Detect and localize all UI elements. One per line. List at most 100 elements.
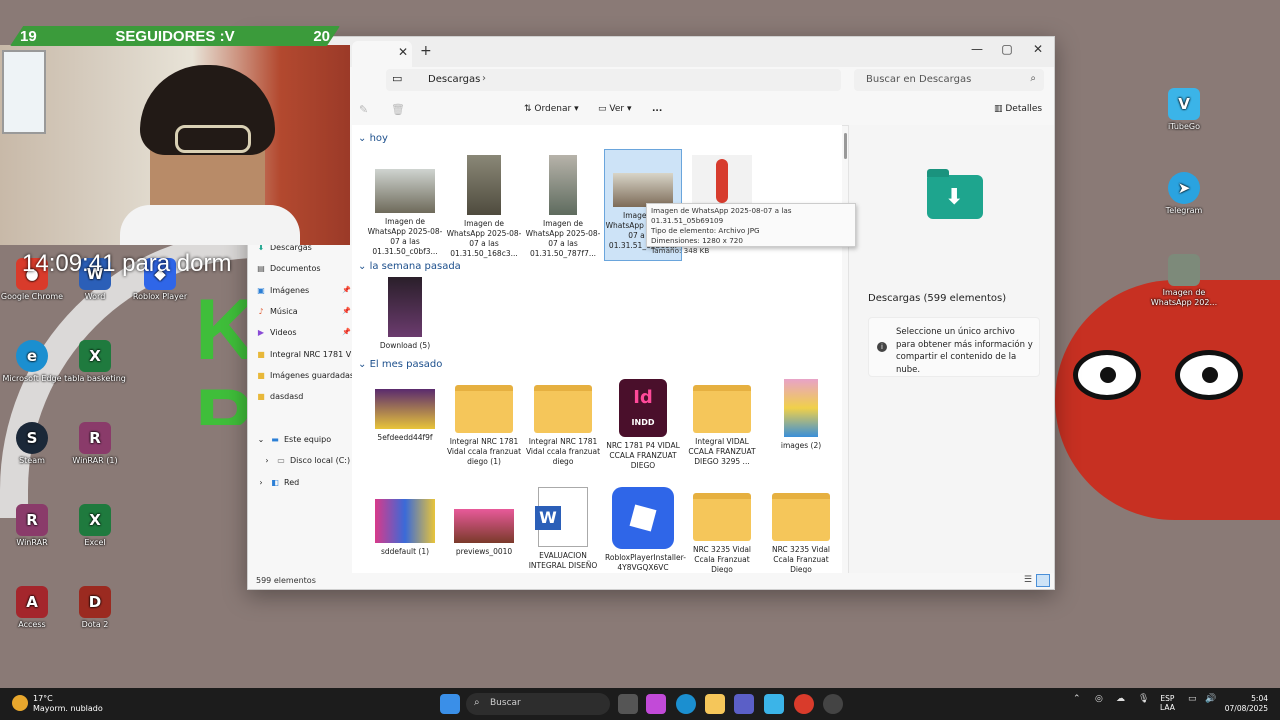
- status-bar: 599 elementos ☰: [248, 573, 1054, 589]
- search-icon: ⌕: [1030, 73, 1036, 84]
- file-item[interactable]: W EVALUACION INTEGRAL DISEÑO: [525, 487, 601, 571]
- sidebar-item-imagenes-guardadas[interactable]: ■ Imágenes guardadas: [256, 371, 354, 380]
- scrollbar[interactable]: [844, 133, 847, 159]
- file-item[interactable]: NRC 3235 Vidal Ccala Franzuat Diego: [684, 487, 760, 573]
- pictures-icon: ▣: [257, 286, 265, 295]
- chevron-up-icon[interactable]: ⌃: [1073, 694, 1081, 704]
- file-item[interactable]: Imagen de WhatsApp 2025-08-07 a las 01.3…: [367, 155, 443, 257]
- sidebar-item-documentos[interactable]: ▤ Documentos: [256, 264, 320, 273]
- breadcrumb[interactable]: Descargas: [428, 74, 480, 85]
- file-item[interactable]: 5efdeedd44f9f: [367, 379, 443, 443]
- whiteboard: [2, 50, 46, 134]
- group-header-today[interactable]: ⌄ hoy: [358, 133, 388, 144]
- wallpaper-green-text: KP: [195, 285, 250, 425]
- itubego-taskbar-icon[interactable]: [764, 694, 784, 714]
- cloud-icon[interactable]: ☁: [1116, 694, 1125, 704]
- file-item[interactable]: Integral NRC 1781 Vidal ccala franzuat d…: [525, 379, 601, 467]
- file-item[interactable]: previews_0010: [446, 487, 522, 557]
- folder-icon: ■: [257, 371, 265, 380]
- followers-count-right: 20: [313, 27, 330, 45]
- desktop-icon-winrar-1[interactable]: R WinRAR (1): [58, 422, 132, 466]
- desktop-icon-tabla[interactable]: X tabla basketing: [58, 340, 132, 384]
- view-button[interactable]: ▭ Ver ▾: [598, 104, 631, 114]
- desktop-icon-dota2[interactable]: D Dota 2: [58, 586, 132, 630]
- copilot-icon[interactable]: [646, 694, 666, 714]
- taskbar-search[interactable]: ⌕ Buscar: [466, 693, 610, 715]
- followers-label: SEGUIDORES :V: [115, 27, 235, 45]
- sidebar-item-disco-local[interactable]: › ▭ Disco local (C:): [262, 456, 350, 465]
- desktop-icon-itubego[interactable]: V iTubeGo: [1147, 88, 1221, 132]
- close-window-icon[interactable]: ✕: [1023, 39, 1053, 61]
- file-item[interactable]: RobloxPlayerInstaller-4Y8VGQX6VC: [605, 487, 686, 573]
- sidebar-item-imagenes[interactable]: ▣ Imágenes: [256, 286, 309, 295]
- sidebar-item-este-equipo[interactable]: ⌄ ▬ Este equipo: [256, 435, 331, 444]
- shirt: [120, 205, 300, 245]
- search-icon: ⌕: [474, 697, 480, 708]
- file-item[interactable]: images (2): [763, 379, 839, 451]
- tiles-view-icon[interactable]: [1036, 574, 1050, 587]
- sidebar-item-musica[interactable]: ♪ Música: [256, 307, 297, 316]
- file-item[interactable]: sddefault (1): [367, 487, 443, 557]
- computer-icon: ▬: [271, 435, 279, 444]
- file-list: ⌄ hoy Imagen de WhatsApp 2025-08-07 a la…: [352, 125, 842, 573]
- sort-button[interactable]: ⇅ Ordenar ▾: [524, 104, 579, 114]
- windows-start-icon[interactable]: [440, 694, 460, 714]
- clock[interactable]: 5:04 07/08/2025: [1222, 694, 1268, 714]
- new-tab-icon[interactable]: +: [420, 43, 432, 59]
- wallpaper-red-character: [1055, 280, 1280, 520]
- group-header-last-week[interactable]: ⌄ la semana pasada: [358, 261, 461, 272]
- task-view-icon[interactable]: [618, 694, 638, 714]
- sidebar-item-integral[interactable]: ■ Integral NRC 1781 V: [256, 350, 351, 359]
- details-view-icon[interactable]: ☰: [1024, 575, 1032, 585]
- microphone-icon[interactable]: 🎙: [1138, 694, 1149, 704]
- roblox-installer-icon: [612, 487, 674, 549]
- close-tab-icon[interactable]: ✕: [398, 45, 408, 59]
- rename-icon[interactable]: ✎: [359, 103, 368, 116]
- file-item[interactable]: NRC 3235 Vidal Ccala Franzuat Diego: [763, 487, 839, 573]
- obs-icon[interactable]: [823, 694, 843, 714]
- language-indicator[interactable]: ESP LAA: [1160, 694, 1175, 712]
- file-item[interactable]: Integral NRC 1781 Vidal ccala franzuat d…: [446, 379, 522, 467]
- desktop-icon-excel[interactable]: X Excel: [58, 504, 132, 548]
- image-thumbnail: [467, 155, 501, 215]
- file-item[interactable]: Download (5): [367, 277, 443, 351]
- zip-folder-icon: [534, 385, 592, 433]
- sidebar-item-red[interactable]: › ◧ Red: [256, 478, 299, 487]
- teams-icon[interactable]: [734, 694, 754, 714]
- pin-icon: 📌: [342, 307, 351, 315]
- details-info-text: Seleccione un único archivo para obtener…: [896, 327, 1033, 375]
- image-thumbnail: [692, 155, 752, 207]
- chevron-right-icon: ›: [482, 73, 486, 84]
- details-title: Descargas (599 elementos): [868, 293, 1007, 304]
- delete-icon[interactable]: 🗑: [391, 103, 405, 116]
- file-explorer-icon[interactable]: [705, 694, 725, 714]
- network-icon[interactable]: ▭: [1188, 694, 1197, 704]
- indesign-file-icon: Id INDD: [619, 379, 667, 437]
- address-field[interactable]: ▭ Descargas ›: [386, 69, 841, 91]
- details-button[interactable]: ▥ Detalles: [994, 104, 1042, 114]
- download-arrow-icon: ⬇: [945, 185, 964, 210]
- folder-icon: ■: [257, 350, 265, 359]
- sidebar-item-dasdasd[interactable]: ■ dasdasd: [256, 392, 303, 401]
- file-item[interactable]: Integral VIDAL CCALA FRANZUAT DIEGO 3295…: [684, 379, 760, 467]
- desktop-icon-whatsapp-image[interactable]: Imagen de WhatsApp 202...: [1147, 254, 1221, 308]
- more-options-button[interactable]: ...: [652, 104, 662, 114]
- file-tooltip: Imagen de WhatsApp 2025-08-07 a las 01.3…: [646, 203, 856, 255]
- minimize-icon[interactable]: —: [962, 39, 992, 61]
- edge-icon[interactable]: [676, 694, 696, 714]
- file-item[interactable]: Imagen de WhatsApp 2025-08-07 a las 01.3…: [525, 155, 601, 259]
- file-item[interactable]: Id INDD NRC 1781 P4 VIDAL CCALA FRANZUAT…: [605, 379, 681, 471]
- group-header-last-month[interactable]: ⌄ El mes pasado: [358, 359, 442, 370]
- search-input[interactable]: Buscar en Descargas ⌕: [854, 69, 1044, 91]
- character-eye-right: [1175, 350, 1243, 400]
- file-item[interactable]: Imagen de WhatsApp 2025-08-07 a las 01.3…: [446, 155, 522, 259]
- sync-icon[interactable]: ◎: [1095, 694, 1103, 704]
- item-count: 599 elementos: [256, 576, 316, 585]
- maximize-icon[interactable]: ▢: [992, 39, 1022, 61]
- chrome-icon[interactable]: [794, 694, 814, 714]
- drive-icon: ▭: [277, 456, 285, 465]
- volume-icon[interactable]: 🔊: [1205, 694, 1216, 704]
- sidebar-item-videos[interactable]: ▶ Videos: [256, 328, 297, 337]
- desktop-icon-telegram[interactable]: ➤ Telegram: [1147, 172, 1221, 216]
- tab-descargas[interactable]: ✕: [352, 41, 412, 67]
